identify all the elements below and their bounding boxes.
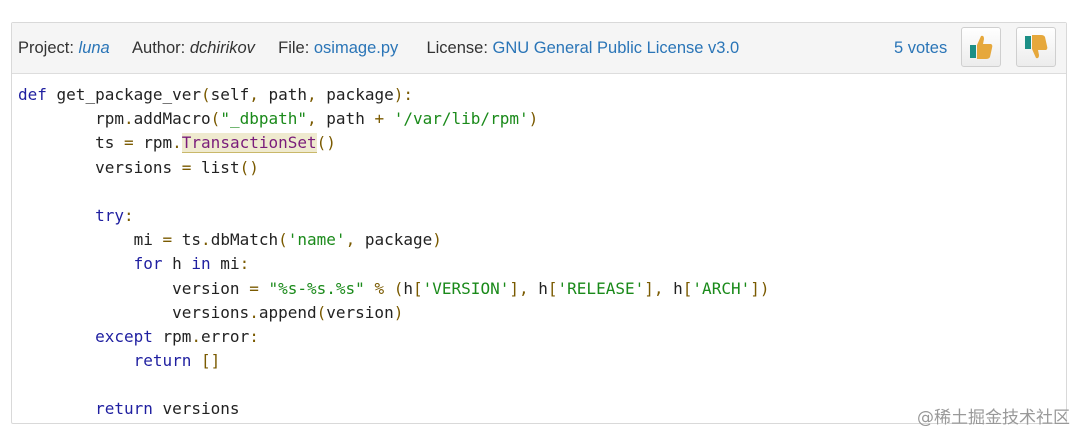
author-name: dchirikov bbox=[189, 38, 255, 57]
license-link[interactable]: GNU General Public License v3.0 bbox=[493, 39, 740, 57]
code-line: for h in mi: bbox=[133, 254, 250, 274]
thumbs-up-icon bbox=[970, 35, 993, 59]
card-header: Project: luna Author: dchirikov File: os… bbox=[12, 23, 1066, 74]
code-line: except rpm.error: bbox=[95, 326, 259, 346]
metadata-line: Project: luna Author: dchirikov File: os… bbox=[18, 39, 739, 58]
code-line: version = "%s-%s.%s" % (h['VERSION'], h[… bbox=[18, 278, 770, 298]
project-link[interactable]: luna bbox=[79, 39, 110, 57]
thumbs-down-icon bbox=[1025, 35, 1048, 59]
code-example-card: Project: luna Author: dchirikov File: os… bbox=[11, 22, 1067, 424]
code-line: versions.append(version) bbox=[18, 302, 404, 322]
file-label: File: bbox=[278, 38, 310, 57]
code-line: mi = ts.dbMatch('name', package) bbox=[18, 230, 442, 250]
code-line: versions = list() bbox=[18, 157, 259, 177]
downvote-button[interactable] bbox=[1016, 27, 1056, 67]
code-line: def get_package_ver(self, path, package)… bbox=[18, 85, 413, 104]
vote-count[interactable]: 5 votes bbox=[894, 39, 947, 58]
author-label: Author: bbox=[132, 38, 186, 57]
code-block: def get_package_ver(self, path, package)… bbox=[18, 83, 770, 422]
code-line: return versions bbox=[95, 399, 240, 419]
code-line: try: bbox=[95, 205, 134, 225]
code-line: ts = rpm.TransactionSet() bbox=[18, 133, 336, 154]
upvote-button[interactable] bbox=[961, 27, 1001, 67]
project-label: Project: bbox=[18, 38, 74, 57]
code-line: rpm.addMacro("_dbpath", path + '/var/lib… bbox=[18, 109, 539, 129]
license-label: License: bbox=[426, 38, 488, 57]
file-link[interactable]: osimage.py bbox=[314, 39, 398, 57]
watermark: @稀土掘金技术社区 bbox=[917, 408, 1070, 428]
code-line: return [] bbox=[133, 351, 221, 371]
